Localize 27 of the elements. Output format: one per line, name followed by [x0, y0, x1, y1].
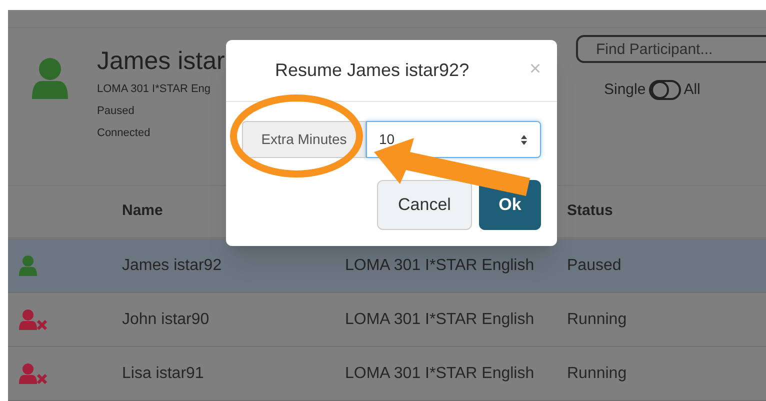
toggle-label: Single: [604, 80, 646, 100]
cancel-button[interactable]: Cancel: [377, 180, 472, 230]
spinner-icon[interactable]: [520, 134, 528, 146]
table-cell-text: LOMA 301 I*STAR English: [345, 310, 536, 330]
table-cell-text: Paused: [567, 256, 622, 276]
table-row[interactable]: James istar92 LOMA 301 I*STAR English Paused: [8, 239, 766, 293]
table-cell-text: Lisa istar91: [122, 364, 205, 384]
toggle-label: All: [684, 80, 700, 100]
connection-status: Connected: [97, 126, 152, 141]
table-cell-text: James istar92: [122, 256, 223, 276]
table-cell-text: LOMA 301 I*STAR English: [345, 256, 536, 276]
participant-course: LOMA 301 I*STAR Eng: [97, 82, 212, 97]
column-header: Name: [122, 201, 163, 222]
search-field[interactable]: Find Participant...: [576, 35, 766, 63]
table-cell-text: John istar90: [122, 310, 210, 330]
table-cell-text: Running: [567, 310, 627, 330]
field-label: Extra Minutes: [242, 121, 366, 158]
participant-name: James istar: [97, 46, 225, 77]
column-header: Status: [567, 201, 613, 222]
dialog-title: Resume James istar92?: [275, 59, 470, 82]
close-button[interactable]: ×: [529, 54, 541, 84]
participant-status: Paused: [97, 104, 136, 118]
table-cell-text: Running: [567, 364, 627, 384]
table-cell-text: LOMA 301 I*STAR English: [345, 364, 536, 384]
table-row[interactable]: Lisa istar91 LOMA 301 I*STAR English Running: [8, 347, 766, 401]
table-row[interactable]: John istar90 LOMA 301 I*STAR English Running: [8, 293, 766, 347]
view-toggle[interactable]: [648, 80, 681, 100]
